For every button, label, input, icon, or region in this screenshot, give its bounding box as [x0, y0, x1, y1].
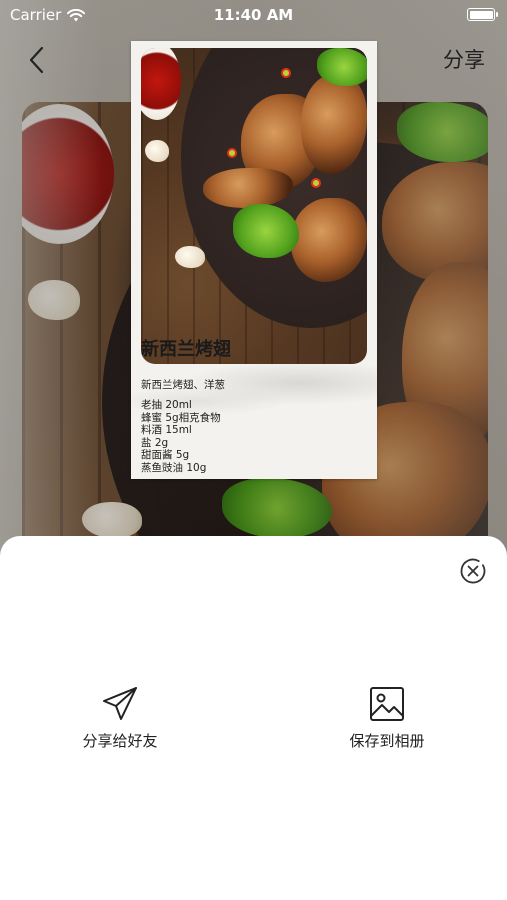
ingredient-item: 蒸鱼豉油 10g — [141, 461, 207, 474]
recipe-description: 新西兰烤翅、洋葱 — [141, 379, 225, 391]
share-button[interactable]: 分享 — [443, 44, 485, 74]
share-sheet: 分享给好友 保存到相册 — [0, 536, 507, 900]
save-to-album-button[interactable]: 保存到相册 — [307, 684, 467, 751]
ingredient-item: 甜面酱 5g — [141, 449, 190, 462]
battery-icon — [467, 8, 498, 21]
share-card-preview: 新西兰烤翅 新西兰烤翅、洋葱 老抽 20ml 蜂蜜 5g相克食物 料酒 15ml… — [131, 41, 377, 479]
recipe-title: 新西兰烤翅 — [141, 339, 231, 360]
ingredient-item: 料酒 15ml — [141, 424, 192, 437]
image-icon — [370, 687, 404, 721]
recipe-photo — [141, 48, 367, 364]
ingredient-list: 老抽 20ml 蜂蜜 5g相克食物 料酒 15ml 盐 2g 甜面酱 5g 蒸鱼… — [141, 399, 221, 475]
status-time: 11:40 AM — [213, 6, 294, 24]
status-bar: Carrier 11:40 AM — [0, 0, 507, 32]
ingredient-item: 盐 2g — [141, 436, 169, 449]
save-to-album-label: 保存到相册 — [349, 732, 425, 750]
paper-plane-icon — [103, 687, 137, 720]
ingredient-item: 老抽 20ml — [141, 399, 192, 411]
share-to-friends-button[interactable]: 分享给好友 — [40, 684, 200, 751]
ingredient-item: 蜂蜜 5g相克食物 — [141, 411, 221, 424]
back-chevron-icon[interactable] — [26, 46, 48, 74]
share-to-friends-label: 分享给好友 — [82, 732, 158, 750]
close-icon[interactable] — [458, 556, 488, 586]
